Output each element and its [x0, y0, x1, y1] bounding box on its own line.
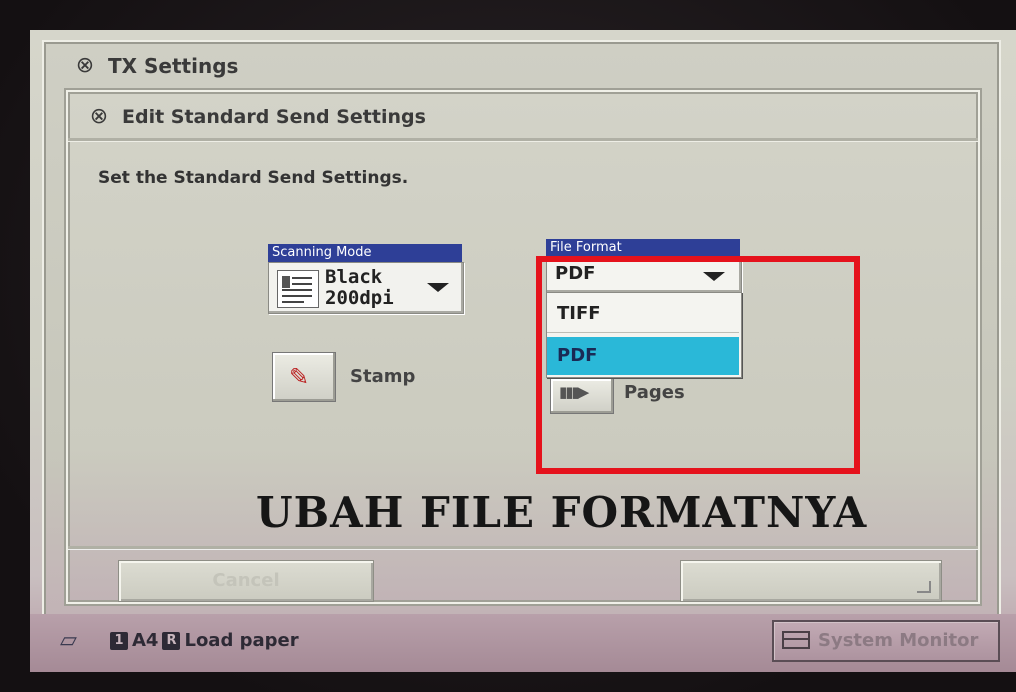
instruction-text: Set the Standard Send Settings. — [98, 168, 409, 188]
status-bar: ▱ 1 A4 R Load paper System Monitor — [30, 614, 1016, 672]
highlight-box — [536, 256, 860, 474]
scanning-mode-value: Black 200dpi — [325, 266, 394, 309]
edit-standard-send-settings-window: ⊗ Edit Standard Send Settings Set the St… — [66, 90, 980, 604]
satellite-dish-icon: ⊗ — [89, 104, 109, 129]
status-message: 1 A4 R Load paper — [110, 630, 299, 651]
inner-window-title: Edit Standard Send Settings — [122, 106, 426, 128]
scanning-mode-label: Scanning Mode — [268, 244, 462, 262]
inner-window-title-bar: ⊗ Edit Standard Send Settings — [86, 104, 426, 129]
monitor-icon — [782, 631, 810, 649]
button-divider — [68, 546, 978, 550]
document-icon — [277, 270, 319, 308]
tx-settings-window: ⊗ TX Settings ⊗ Edit Standard Send Setti… — [42, 40, 1001, 624]
satellite-dish-icon: ⊗ — [75, 53, 95, 78]
system-monitor-button[interactable]: System Monitor — [772, 620, 1000, 662]
file-format-label: File Format — [546, 239, 740, 257]
paper-icon: ▱ — [60, 628, 77, 653]
system-monitor-label: System Monitor — [818, 630, 979, 651]
outer-window-title: TX Settings — [108, 54, 239, 78]
cancel-button[interactable]: Cancel — [118, 560, 374, 602]
touch-screen: ⊗ TX Settings ⊗ Edit Standard Send Setti… — [30, 30, 1016, 672]
scanning-mode-select[interactable]: Black 200dpi — [268, 262, 464, 314]
drawer-badge: 1 — [110, 631, 128, 650]
orientation-badge: R — [162, 631, 181, 650]
stamp-icon: ✎ — [289, 363, 310, 391]
stamp-button[interactable]: ✎ — [272, 352, 336, 402]
paper-size: A4 — [132, 630, 159, 651]
return-icon — [917, 581, 931, 593]
chevron-down-icon — [427, 283, 449, 292]
stamp-label: Stamp — [350, 366, 416, 387]
outer-window-title-bar: ⊗ TX Settings — [72, 53, 239, 78]
ok-button[interactable] — [680, 560, 942, 602]
annotation-text: UBAH FILE FORMATNYA — [256, 488, 868, 537]
status-text: Load paper — [184, 630, 299, 651]
title-divider — [68, 138, 978, 142]
